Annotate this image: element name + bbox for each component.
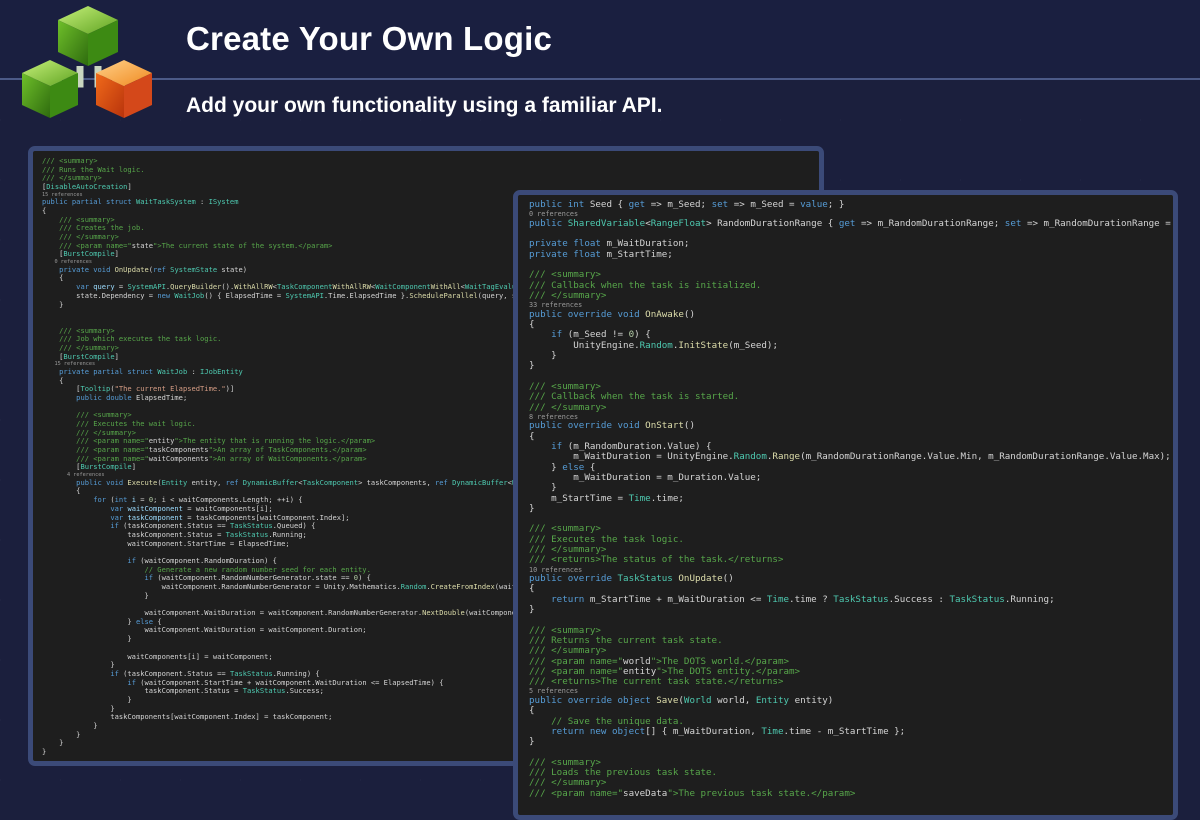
- three-cubes-logo-icon: [22, 6, 152, 118]
- page-title: Create Your Own Logic: [186, 20, 553, 57]
- code-line: }: [529, 360, 535, 372]
- code-line: private float m_StartTime;: [529, 248, 673, 260]
- code-line: m_WaitDuration = UnityEngine.Random.Rang…: [529, 451, 1171, 463]
- code-line: /// <param name="saveData">The previous …: [529, 787, 856, 799]
- code-line: m_StartTime = Time.time;: [529, 492, 684, 504]
- code-line: public override TaskStatus OnUpdate(): [529, 573, 734, 585]
- code-line: public int Seed { get => m_Seed; set => …: [529, 199, 845, 210]
- code-line: /// <returns>The current task state.</re…: [529, 676, 784, 688]
- code-line: /// Runs the Wait logic.: [42, 164, 145, 174]
- code-line: }: [529, 502, 535, 514]
- code-line: /// Callback when the task is started.: [529, 391, 740, 403]
- code-line: public override void OnAwake(): [529, 308, 695, 320]
- code-line: }: [529, 604, 535, 616]
- code-line: public override object Save(World world,…: [529, 695, 834, 707]
- code-line: /// </summary>: [42, 173, 102, 183]
- code-line: }: [529, 736, 535, 748]
- code-line: /// Executes the task logic.: [529, 533, 684, 545]
- code-line: /// Returns the current task state.: [529, 634, 723, 646]
- code-line: public SharedVariable<RangeFloat> Random…: [529, 217, 1177, 229]
- code-line: /// Callback when the task is initialize…: [529, 279, 762, 291]
- header-band: [0, 0, 1200, 80]
- code-line: return m_StartTime + m_WaitDuration <= T…: [551, 593, 1055, 605]
- code-line: m_WaitDuration = m_Duration.Value;: [529, 471, 762, 483]
- code-line: return new object[] { m_WaitDuration, Ti…: [551, 725, 906, 737]
- code-line: }: [529, 350, 557, 362]
- code-line: /// </summary>: [529, 401, 607, 413]
- code-listing: public int Seed { get => m_Seed; set => …: [529, 199, 1177, 799]
- code-line: UnityEngine.Random.InitState(m_Seed);: [529, 339, 778, 351]
- code-line: /// </summary>: [529, 289, 607, 301]
- code-line: /// <returns>The status of the task.</re…: [529, 554, 784, 566]
- code-line: public override void OnStart(): [529, 420, 695, 432]
- page-subtitle: Add your own functionality using a famil…: [186, 94, 663, 117]
- code-line: /// <summary>: [42, 156, 98, 165]
- code-line: /// Loads the previous task state.: [529, 767, 718, 779]
- code-editor-wait-task[interactable]: public int Seed { get => m_Seed; set => …: [513, 190, 1178, 820]
